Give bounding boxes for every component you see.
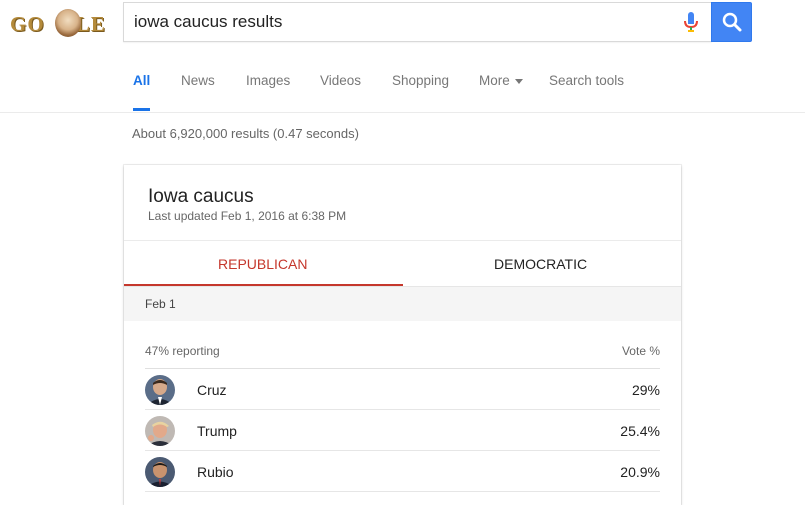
tab-news[interactable]: News: [181, 73, 215, 88]
tab-images[interactable]: Images: [246, 73, 290, 88]
microphone-icon[interactable]: [683, 11, 699, 33]
candidate-row[interactable]: Cruz 29%: [145, 369, 660, 410]
avatar: [145, 457, 175, 487]
tab-videos[interactable]: Videos: [320, 73, 361, 88]
card-title: Iowa caucus: [148, 186, 254, 207]
candidate-row[interactable]: Rubio 20.9%: [145, 451, 660, 492]
search-query-text[interactable]: iowa caucus results: [134, 12, 282, 32]
date-band: Feb 1: [124, 286, 681, 321]
search-icon: [722, 12, 742, 32]
caucus-results-card: Iowa caucus Last updated Feb 1, 2016 at …: [124, 165, 681, 505]
party-tabs: REPUBLICAN DEMOCRATIC: [124, 240, 681, 287]
active-tab-indicator: [133, 108, 150, 111]
tab-shopping[interactable]: Shopping: [392, 73, 449, 88]
header: GO LE iowa caucus results All News Image…: [0, 0, 805, 113]
result-stats: About 6,920,000 results (0.47 seconds): [132, 126, 359, 141]
vote-percent-header: Vote %: [621, 344, 660, 358]
tab-more-label: More: [479, 73, 510, 88]
tab-republican[interactable]: REPUBLICAN: [218, 256, 307, 272]
avatar: [145, 416, 175, 446]
google-doodle-logo[interactable]: GO LE: [10, 8, 105, 38]
reporting-label: 47% reporting: [145, 344, 220, 358]
tab-all[interactable]: All: [133, 73, 150, 88]
search-input[interactable]: iowa caucus results: [123, 2, 712, 42]
tab-democratic[interactable]: DEMOCRATIC: [494, 256, 587, 272]
doodle-portrait-icon: [55, 9, 81, 37]
candidate-name: Trump: [197, 423, 237, 439]
tab-more[interactable]: More: [479, 73, 523, 88]
candidate-vote: 20.9%: [620, 464, 660, 480]
candidate-name: Cruz: [197, 382, 227, 398]
candidate-row[interactable]: Trump 25.4%: [145, 410, 660, 451]
results-header: 47% reporting Vote %: [145, 344, 660, 358]
last-updated: Last updated Feb 1, 2016 at 6:38 PM: [148, 209, 347, 223]
tab-search-tools[interactable]: Search tools: [549, 73, 624, 88]
candidate-vote: 29%: [631, 382, 660, 398]
chevron-down-icon: [514, 78, 523, 84]
search-button[interactable]: [711, 2, 752, 42]
date-label: Feb 1: [145, 297, 176, 311]
candidate-name: Rubio: [197, 464, 234, 480]
avatar: [145, 375, 175, 405]
candidate-vote: 25.4%: [620, 423, 660, 439]
